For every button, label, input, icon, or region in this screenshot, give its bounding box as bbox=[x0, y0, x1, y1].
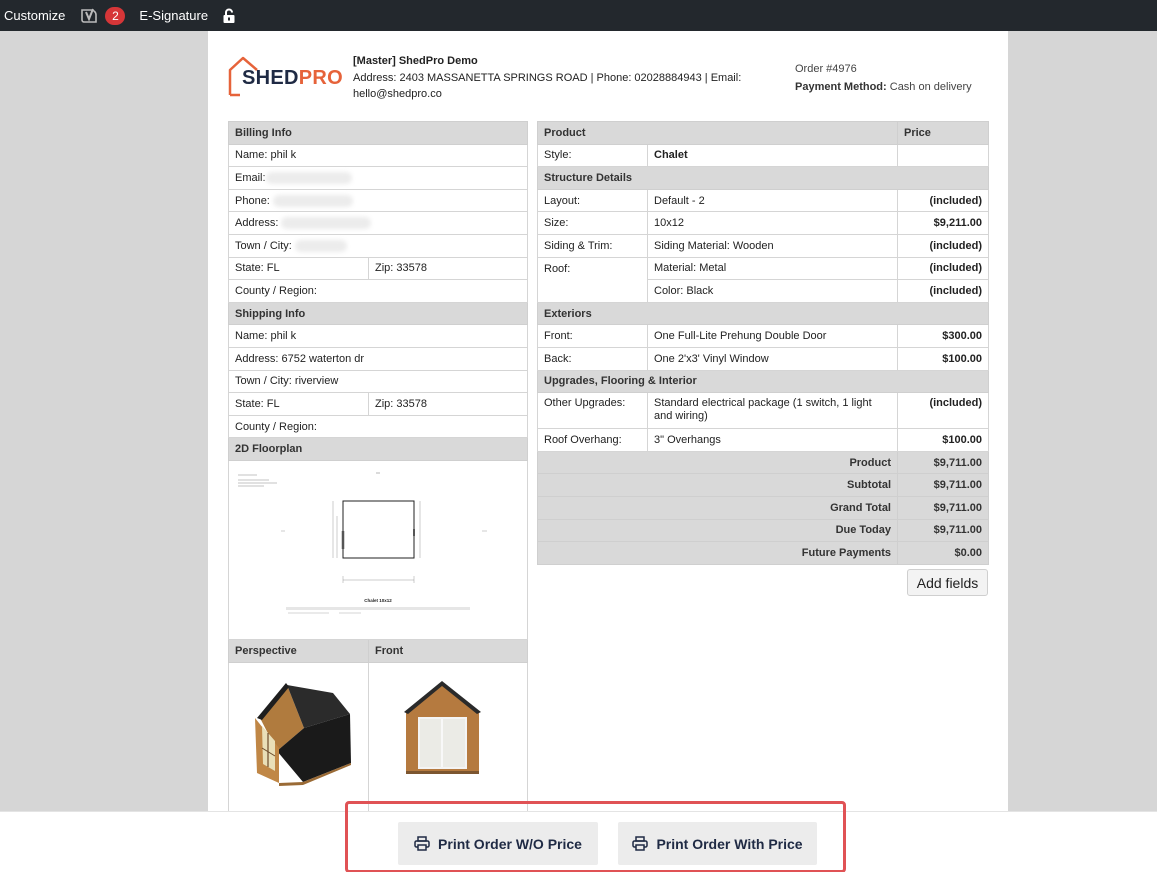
shipping-name: Name: phil k bbox=[227, 324, 529, 348]
company-address: Address: 2403 MASSANETTA SPRINGS ROAD | … bbox=[353, 71, 742, 84]
print-with-price-button[interactable]: Print Order With Price bbox=[618, 822, 817, 865]
price-column-header: Price bbox=[897, 121, 989, 145]
perspective-image bbox=[228, 661, 369, 811]
order-header: SHEDPRO [Master] ShedPro Demo Address: 2… bbox=[208, 31, 1008, 121]
table-row: Siding & Trim: Siding Material: Wooden (… bbox=[537, 233, 989, 258]
front-image bbox=[367, 661, 529, 811]
table-row: Size: 10x12 $9,211.00 bbox=[537, 211, 989, 235]
floorplan-image: Chalet 10x12 bbox=[227, 459, 529, 640]
notification-badge: 2 bbox=[105, 6, 126, 25]
table-row: Roof Overhang: 3" Overhangs $100.00 bbox=[537, 428, 989, 452]
style-value: Chalet bbox=[647, 143, 898, 168]
admin-bar: Customize 2 E-Signature bbox=[0, 0, 1157, 31]
billing-email: Email: bbox=[227, 166, 529, 190]
table-row: Front: One Full-Lite Prehung Double Door… bbox=[537, 324, 989, 348]
shed-perspective-picture bbox=[255, 682, 351, 786]
billing-town: Town / City: bbox=[227, 233, 529, 258]
shed-front-picture bbox=[404, 680, 481, 774]
payment-method: Payment Method: Cash on delivery bbox=[795, 81, 972, 93]
product-table: Product Price Style: Chalet Structure De… bbox=[537, 121, 989, 565]
billing-state: State: FL bbox=[228, 256, 369, 281]
structure-title: Structure Details bbox=[537, 166, 989, 190]
table-row: Layout: Default - 2 (included) bbox=[537, 188, 989, 213]
add-fields-button[interactable]: Add fields bbox=[907, 569, 988, 596]
billing-county: County / Region: bbox=[227, 279, 529, 303]
shipping-county: County / Region: bbox=[227, 414, 529, 439]
table-row: Other Upgrades: Standard electrical pack… bbox=[537, 392, 989, 430]
upgrades-title: Upgrades, Flooring & Interior bbox=[537, 369, 989, 394]
print-without-price-button[interactable]: Print Order W/O Price bbox=[398, 822, 598, 865]
company-email: hello@shedpro.co bbox=[353, 88, 442, 100]
billing-zip: Zip: 33578 bbox=[367, 256, 529, 281]
total-subtotal-row: Subtotal $9,711.00 bbox=[537, 473, 989, 497]
customer-table: Billing Info Name: phil k Email: Phone: … bbox=[227, 121, 529, 811]
style-label: Style: bbox=[537, 143, 648, 168]
company-info: [Master] ShedPro Demo Address: 2403 MASS… bbox=[353, 53, 773, 103]
front-title: Front bbox=[367, 638, 529, 663]
order-document: SHEDPRO [Master] ShedPro Demo Address: 2… bbox=[208, 31, 1008, 811]
customize-link[interactable]: Customize bbox=[0, 0, 72, 31]
total-due-today-row: Due Today $9,711.00 bbox=[537, 518, 989, 543]
exteriors-title: Exteriors bbox=[537, 301, 989, 326]
shipping-town: Town / City: riverview bbox=[227, 369, 529, 394]
floorplan-caption: Chalet 10x12 bbox=[364, 598, 392, 603]
shipping-state: State: FL bbox=[228, 392, 369, 416]
lock-menu[interactable] bbox=[215, 0, 243, 31]
shipping-address: Address: 6752 waterton dr bbox=[227, 346, 529, 371]
yoast-icon bbox=[81, 8, 98, 23]
total-product-row: Product $9,711.00 bbox=[537, 450, 989, 475]
floorplan-title: 2D Floorplan bbox=[227, 437, 529, 461]
order-meta: Order #4976 Payment Method: Cash on deli… bbox=[795, 60, 995, 96]
table-row: Back: One 2'x3' Vinyl Window $100.00 bbox=[537, 346, 989, 371]
yoast-menu[interactable]: 2 bbox=[72, 0, 132, 31]
redacted-value bbox=[281, 217, 372, 230]
lock-icon bbox=[223, 8, 235, 23]
printer-icon bbox=[414, 836, 430, 851]
redacted-value bbox=[265, 172, 352, 185]
redacted-value bbox=[294, 239, 347, 252]
floorplan-drawing: Chalet 10x12 bbox=[238, 472, 487, 614]
redacted-value bbox=[272, 194, 353, 207]
billing-title: Billing Info bbox=[227, 121, 529, 145]
table-row: Roof: Material: Metal (included) bbox=[537, 256, 989, 303]
print-action-bar: Print Order W/O Price Print Order With P… bbox=[0, 801, 1157, 872]
company-name: [Master] ShedPro Demo bbox=[353, 55, 478, 67]
shipping-title: Shipping Info bbox=[227, 301, 529, 326]
esignature-link[interactable]: E-Signature bbox=[132, 0, 215, 31]
shedpro-logo: SHEDPRO bbox=[228, 55, 343, 97]
shipping-zip: Zip: 33578 bbox=[367, 392, 529, 416]
total-future-payments-row: Future Payments $0.00 bbox=[537, 541, 989, 565]
perspective-title: Perspective bbox=[228, 638, 369, 663]
order-number: Order #4976 bbox=[795, 63, 857, 75]
printer-icon bbox=[632, 836, 649, 851]
billing-phone: Phone: bbox=[227, 188, 529, 213]
total-grand-row: Grand Total $9,711.00 bbox=[537, 495, 989, 520]
billing-name: Name: phil k bbox=[227, 143, 529, 168]
product-column-header: Product bbox=[537, 121, 898, 145]
billing-address: Address: bbox=[227, 211, 529, 235]
